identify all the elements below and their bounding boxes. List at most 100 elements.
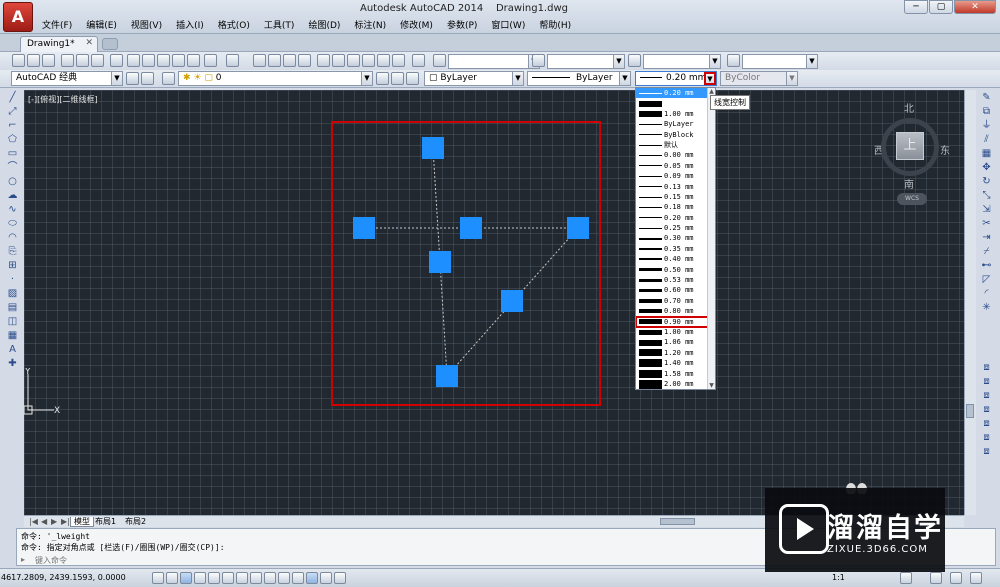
array-icon[interactable]: ▦ [980,148,993,160]
menu-dimension[interactable]: 标注(N) [348,19,394,33]
break-icon[interactable]: ⌿ [980,246,993,258]
menu-tools[interactable]: 工具(T) [258,19,303,33]
lineweight-option[interactable]: 0.05 mm [636,161,715,171]
workspace-combo[interactable]: AutoCAD 经典 ▼ [11,71,123,86]
grip[interactable] [567,217,589,239]
table-style-combo[interactable]: ▼ [643,54,721,69]
grip[interactable] [429,251,451,273]
grip[interactable] [353,217,375,239]
open-file-icon[interactable] [27,54,40,67]
menu-draw[interactable]: 绘图(D) [302,19,348,33]
markup-icon[interactable] [377,54,390,67]
ellipse-arc-icon[interactable]: ◠ [6,232,19,244]
dim-front-icon[interactable]: ⧈ [980,446,993,458]
region-icon[interactable]: ◫ [6,316,19,328]
dropdown-scrollbar[interactable]: ▲ ▼ [707,88,715,389]
viewcube-south[interactable]: 南 [904,176,914,191]
lineweight-option[interactable]: 1.06 mm [636,337,715,347]
transparency-icon[interactable] [306,572,318,584]
lineweight-option[interactable]: 0.20 mm [636,213,715,223]
lineweight-dropdown-list[interactable]: 0.20 mm 1.00 mm ByLayer ByBlock 默认 0.00 mm 0.0… [635,87,716,390]
lineweight-option[interactable]: 0.70 mm [636,296,715,306]
polygon-icon[interactable]: ⬠ [6,134,19,146]
workspace-switch-gear-icon[interactable] [900,572,912,584]
show-lineweight-icon[interactable] [292,572,304,584]
workspace-toolbar-icon[interactable] [141,72,154,85]
copy-object-icon[interactable]: ⧉ [980,106,993,118]
menu-window[interactable]: 窗口(W) [485,19,533,33]
menu-parametric[interactable]: 参数(P) [441,19,485,33]
layer-previous-icon[interactable] [391,72,404,85]
lineweight-option[interactable]: 2.11 mm [636,389,715,390]
tab-close-icon[interactable]: ✕ [85,38,93,48]
coordinates-readout[interactable]: 4617.2809, 2439.1593, 0.0000 [1,573,126,582]
lineweight-option[interactable]: ByBlock [636,130,715,140]
menu-help[interactable]: 帮助(H) [533,19,579,33]
minimize-button[interactable]: ─ [904,0,928,14]
object-snap-tracking-icon[interactable] [250,572,262,584]
stretch-icon[interactable]: ⇲ [980,204,993,216]
spline-icon[interactable]: ∿ [6,204,19,216]
text-style-combo[interactable]: ▼ [448,54,540,69]
copy-icon[interactable] [142,54,155,67]
ellipse-icon[interactable]: ⬭ [6,218,19,230]
lineweight-option[interactable]: 0.40 mm [636,254,715,264]
sheet-set-icon[interactable] [362,54,375,67]
paste-icon[interactable] [157,54,170,67]
lineweight-combo[interactable]: 0.20 mm ▼ [635,71,717,86]
point-icon[interactable]: · [6,274,19,286]
extend-icon[interactable]: ⇥ [980,232,993,244]
lineweight-option[interactable]: 1.00 mm [636,327,715,337]
annotation-scale[interactable]: 1:1 [832,573,845,582]
join-icon[interactable]: ⊷ [980,260,993,272]
horizontal-scrollbar-thumb[interactable] [660,518,695,525]
menu-file[interactable]: 文件(F) [36,19,80,33]
lineweight-option[interactable]: 1.40 mm [636,358,715,368]
lineweight-option[interactable] [636,98,715,108]
selection-cycling-icon[interactable] [334,572,346,584]
viewcube[interactable]: 北 南 东 西 上 WCS [870,100,960,210]
construction-line-icon[interactable]: ⤢ [6,106,19,118]
layer-state-icon[interactable] [406,72,419,85]
chamfer-icon[interactable]: ◸ [980,274,993,286]
autocad-app-menu-button[interactable]: A [3,2,33,32]
scale-icon[interactable]: ⤡ [980,190,993,202]
snap-mode-icon[interactable] [166,572,178,584]
dynamic-input-icon[interactable] [278,572,290,584]
add-selected-icon[interactable]: ✚ [6,358,19,370]
save-icon[interactable] [42,54,55,67]
menu-insert[interactable]: 插入(I) [170,19,212,33]
text-style-icon[interactable] [433,54,446,67]
table-style-icon[interactable] [628,54,641,67]
print-preview-icon[interactable] [76,54,89,67]
infer-constraints-icon[interactable] [152,572,164,584]
menu-format[interactable]: 格式(O) [212,19,258,33]
tab-layout1[interactable]: 布局1 [92,517,119,527]
print-icon[interactable] [61,54,74,67]
lineweight-option[interactable]: 0.00 mm [636,150,715,160]
isolate-objects-icon[interactable] [950,572,962,584]
vertical-scrollbar[interactable] [964,90,976,515]
3d-print-icon[interactable] [110,54,123,67]
hatch-icon[interactable]: ▨ [6,288,19,300]
make-current-layer-icon[interactable] [376,72,389,85]
object-snap-icon[interactable] [222,572,234,584]
redo-icon[interactable] [226,54,239,67]
dim-style-combo[interactable]: ▼ [547,54,625,69]
lock-icon[interactable] [930,572,942,584]
menu-edit[interactable]: 编辑(E) [80,19,125,33]
multileader-style-icon[interactable] [727,54,740,67]
polyline-icon[interactable]: ⌐ [6,120,19,132]
menu-view[interactable]: 视图(V) [125,19,170,33]
lineweight-option[interactable]: 0.90 mm [636,315,715,329]
tab-drawing1[interactable]: Drawing1* ✕ [20,36,98,52]
scroll-down-icon[interactable]: ▼ [708,382,715,389]
trim-icon[interactable]: ✂ [980,218,993,230]
quick-properties-icon[interactable] [320,572,332,584]
lineweight-option[interactable]: 0.80 mm [636,306,715,316]
layer-combo[interactable]: ✱ ☀ ▢ 0 ▼ [178,71,373,86]
lineweight-option[interactable]: 0.35 mm [636,244,715,254]
lineweight-option[interactable]: 0.15 mm [636,192,715,202]
menu-modify[interactable]: 修改(M) [394,19,441,33]
draw-order-icon[interactable]: ⧈ [980,362,993,374]
